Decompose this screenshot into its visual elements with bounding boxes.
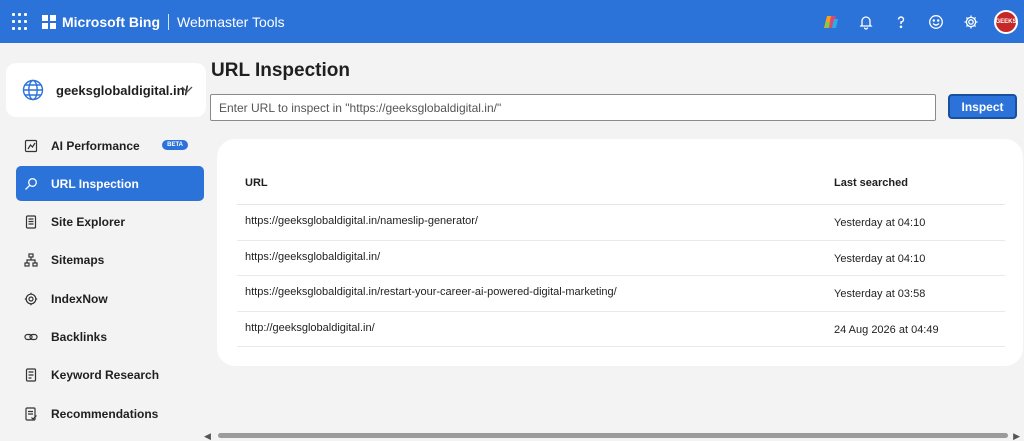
site-selector[interactable]: geeksglobaldigital.in/ [6, 63, 206, 117]
row-last-searched: 24 Aug 2026 at 04:49 [834, 323, 939, 336]
table-row[interactable]: https://geeksglobaldigital.in/ Yesterday… [237, 241, 1005, 276]
beta-badge: BETA [162, 140, 188, 150]
sidebar-item-recommendations[interactable]: Recommendations [16, 396, 204, 431]
product-name[interactable]: Webmaster Tools [177, 14, 285, 30]
row-last-searched: Yesterday at 04:10 [834, 217, 926, 229]
sidebar-item-site-explorer[interactable]: Site Explorer [16, 205, 204, 240]
link-icon [24, 333, 38, 341]
horizontal-scrollbar[interactable]: ◀ ▶ [204, 430, 1024, 441]
chart-icon [24, 139, 38, 152]
sidebar-item-backlinks[interactable]: Backlinks [16, 319, 204, 354]
recent-inspections-card: URL Last searched https://geeksglobaldig… [217, 139, 1023, 366]
table-row[interactable]: http://geeksglobaldigital.in/ 24 Aug 202… [237, 312, 1005, 347]
row-url[interactable]: https://geeksglobaldigital.in/nameslip-g… [245, 215, 478, 227]
keyword-icon [25, 368, 37, 382]
row-last-searched: Yesterday at 04:10 [834, 252, 926, 265]
sidebar-item-label: AI Performance [51, 138, 140, 153]
site-name: geeksglobaldigital.in/ [56, 82, 189, 98]
sidebar-item-url-inspection[interactable]: URL Inspection [16, 166, 204, 202]
sidebar-item-ai-performance[interactable]: AI Performance BETA [16, 128, 204, 163]
row-last-searched: Yesterday at 03:58 [834, 288, 926, 300]
gear-icon[interactable] [953, 0, 988, 43]
page-title: URL Inspection [211, 60, 350, 81]
bell-icon[interactable] [848, 0, 883, 43]
feedback-smiley-icon[interactable] [918, 0, 953, 43]
microsoft-logo-icon [42, 14, 56, 29]
sidebar-item-label: Backlinks [51, 329, 108, 344]
sidebar-item-keyword-research[interactable]: Keyword Research [16, 358, 204, 393]
top-bar: Microsoft Bing Webmaster Tools GEEKS [0, 0, 1024, 43]
scrollbar-thumb[interactable] [218, 433, 1008, 438]
sidebar-item-label: Sitemaps [51, 253, 105, 268]
sidebar-item-label: Site Explorer [51, 215, 126, 230]
table-row[interactable]: https://geeksglobaldigital.in/restart-yo… [237, 276, 1005, 312]
sidebar-item-label: URL Inspection [51, 176, 139, 191]
row-url[interactable]: https://geeksglobaldigital.in/ [245, 251, 380, 263]
sitemap-icon [24, 253, 38, 267]
brand-divider [168, 13, 169, 30]
document-icon [25, 215, 37, 229]
gear-icon [24, 292, 38, 305]
table-header: URL Last searched [237, 163, 1005, 205]
copilot-icon[interactable] [813, 0, 848, 43]
chevron-down-icon[interactable] [180, 82, 194, 96]
row-url[interactable]: https://geeksglobaldigital.in/restart-yo… [245, 286, 617, 298]
brand-name[interactable]: Microsoft Bing [62, 14, 160, 30]
sidebar: geeksglobaldigital.in/ AI Performance BE… [0, 43, 210, 441]
sidebar-item-indexnow[interactable]: IndexNow [16, 281, 204, 316]
sidebar-item-label: IndexNow [51, 291, 108, 306]
table-row[interactable]: https://geeksglobaldigital.in/nameslip-g… [237, 205, 1005, 241]
url-inspect-input[interactable] [210, 94, 936, 121]
avatar-text: GEEKS [995, 18, 1017, 25]
sidebar-item-sitemaps[interactable]: Sitemaps [16, 243, 204, 278]
sidebar-item-label: Keyword Research [51, 368, 160, 383]
help-icon[interactable] [883, 0, 918, 43]
sidebar-item-label: Recommendations [51, 406, 159, 421]
header-actions: GEEKS [813, 0, 1024, 43]
checklist-icon [25, 406, 37, 421]
column-header-url[interactable]: URL [245, 177, 268, 189]
scroll-right-icon[interactable]: ▶ [1013, 431, 1020, 441]
scroll-left-icon[interactable]: ◀ [204, 431, 211, 441]
globe-icon [22, 79, 44, 101]
column-header-last-searched[interactable]: Last searched [834, 177, 908, 189]
table-body: https://geeksglobaldigital.in/nameslip-g… [237, 205, 1005, 347]
inspect-button[interactable]: Inspect [948, 94, 1017, 119]
app-launcher-icon[interactable] [12, 12, 30, 31]
avatar[interactable]: GEEKS [994, 9, 1018, 34]
search-icon [25, 177, 37, 190]
row-url[interactable]: http://geeksglobaldigital.in/ [245, 322, 375, 334]
sidebar-nav: AI Performance BETA URL Inspection Site … [16, 128, 204, 434]
